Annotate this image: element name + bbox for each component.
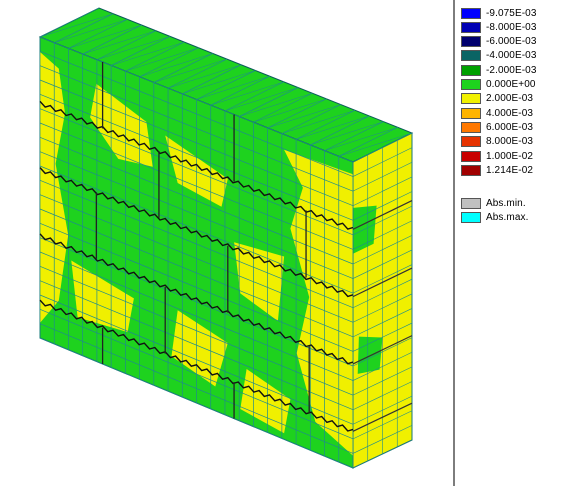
legend-swatch <box>461 50 481 62</box>
legend-entry: -2.000E-03 <box>461 64 536 76</box>
legend-entry: -6.000E-03 <box>461 36 536 48</box>
legend-label: 2.000E-03 <box>486 93 534 105</box>
legend-label: -9.075E-03 <box>486 7 537 19</box>
legend-label: Abs.min. <box>486 197 526 209</box>
fe-wall-model <box>38 7 414 469</box>
legend-extreme: Abs.min. <box>461 197 526 209</box>
legend-panel: -9.075E-03 -8.000E-03 -6.000E-03 -4.000E-03… <box>455 0 567 486</box>
legend-swatch <box>461 21 481 33</box>
legend-swatch <box>461 93 481 105</box>
legend-entry: -4.000E-03 <box>461 50 536 62</box>
legend-label: 0.000E+00 <box>486 79 536 90</box>
legend-entry: 8.000E-03 <box>461 136 533 148</box>
legend-swatch <box>461 211 481 223</box>
legend-swatch <box>461 64 481 76</box>
legend-entry: -9.075E-03 <box>461 7 536 19</box>
legend-swatch <box>461 121 481 133</box>
legend-label: -8.000E-03 <box>486 21 537 33</box>
legend-entry: 4.000E-03 <box>461 107 533 119</box>
legend-label: Abs.max. <box>486 211 529 223</box>
legend-swatch <box>461 7 481 19</box>
legend-label: 1.000E-02 <box>486 150 534 162</box>
legend-swatch <box>461 150 481 162</box>
legend-entry: 2.000E-03 <box>461 93 533 105</box>
legend-entry: 1.000E-02 <box>461 150 533 162</box>
legend-entry: 0.000E+00 <box>461 79 536 91</box>
legend-swatch <box>461 197 481 209</box>
legend-extreme: Abs.max. <box>461 211 528 223</box>
legend-entry: 6.000E-03 <box>461 121 533 133</box>
legend-entry: 1.214E-02 <box>461 164 533 176</box>
model-viewport[interactable] <box>0 0 453 486</box>
legend-label: 1.214E-02 <box>486 164 534 176</box>
legend-swatch <box>461 136 481 148</box>
legend-label: -4.000E-03 <box>486 50 537 62</box>
legend-label: 6.000E-03 <box>486 121 534 133</box>
legend-swatch <box>461 36 481 48</box>
legend-swatch <box>461 107 481 119</box>
legend-label: -6.000E-03 <box>486 36 537 48</box>
legend-entry: -8.000E-03 <box>461 21 536 33</box>
legend-swatch <box>461 164 481 176</box>
legend-label: -2.000E-03 <box>486 64 537 76</box>
legend-label: 8.000E-03 <box>486 136 534 148</box>
legend-label: 4.000E-03 <box>486 107 534 119</box>
legend-swatch <box>461 79 481 90</box>
